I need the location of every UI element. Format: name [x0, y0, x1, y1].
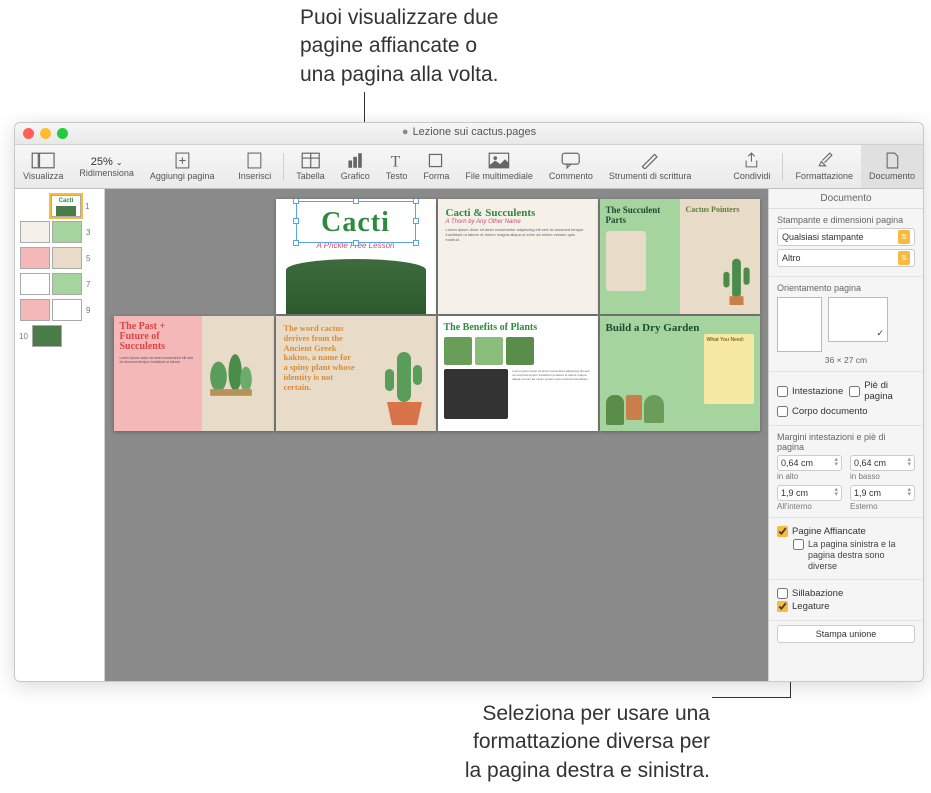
potted-cactus-icon: [377, 347, 432, 427]
thumb-2[interactable]: [20, 221, 50, 243]
svg-text:T: T: [391, 154, 401, 169]
format-tab[interactable]: Formattazione: [787, 145, 861, 188]
margins-section: Margini intestazioni e piè di pagina 0,6…: [769, 426, 923, 518]
maximize-button[interactable]: [57, 128, 68, 139]
titlebar: ●Lezione sui cactus.pages: [15, 123, 923, 145]
printer-section: Stampante e dimensioni pagina Qualsiasi …: [769, 209, 923, 277]
orientation-section: Orientamento pagina ✓ 36 × 27 cm: [769, 277, 923, 372]
page-4[interactable]: The Past + Future of Succulents Lorem ip…: [114, 316, 274, 431]
shape-button[interactable]: Forma: [415, 145, 457, 188]
comment-icon: [561, 152, 580, 169]
margin-outer-input[interactable]: 1,9 cm▴▾: [850, 485, 915, 501]
table-icon: [301, 152, 320, 169]
thumb-row-3[interactable]: 5: [19, 247, 100, 269]
hyphen-checkbox[interactable]: Sillabazione: [777, 588, 915, 599]
app-window: ●Lezione sui cactus.pages Visualizza 25%…: [14, 122, 924, 682]
thumb-1[interactable]: Cacti: [51, 195, 81, 217]
thumb-4[interactable]: [20, 247, 50, 269]
ligatures-checkbox[interactable]: Legature: [777, 601, 915, 612]
writing-button[interactable]: Strumenti di scrittura: [601, 145, 700, 188]
cacti-group-icon: [206, 345, 256, 400]
page-7[interactable]: Build a Dry Garden What You Need:: [600, 316, 760, 431]
insert-icon: [247, 152, 262, 169]
document-icon: [885, 152, 900, 169]
different-lr-checkbox[interactable]: La pagina sinistra e la pagina destra so…: [793, 539, 915, 571]
header-footer-section: Intestazione Piè di pagina Corpo documen…: [769, 372, 923, 426]
inspector-header: Documento: [769, 189, 923, 209]
thumb-row-6[interactable]: 10: [19, 325, 100, 347]
share-icon: [744, 152, 759, 169]
shape-icon: [427, 152, 446, 169]
media-button[interactable]: File multimediale: [457, 145, 541, 188]
view-button[interactable]: Visualizza: [15, 145, 71, 188]
zoom-button[interactable]: 25% ⌄ Ridimensiona: [71, 145, 142, 188]
text-icon: T: [387, 152, 406, 169]
margin-top-input[interactable]: 0,64 cm▴▾: [777, 455, 842, 471]
thumbnail-panel[interactable]: Cacti 1 3 5 7 9: [15, 189, 105, 681]
chart-icon: [346, 152, 365, 169]
thumb-3[interactable]: [52, 221, 82, 243]
table-button[interactable]: Tabella: [288, 145, 333, 188]
traffic-lights: [23, 128, 68, 139]
callout-bottom: Seleziona per usare una formattazione di…: [410, 700, 710, 785]
writing-icon: [640, 152, 659, 169]
chart-button[interactable]: Grafico: [333, 145, 378, 188]
text-button[interactable]: T Testo: [378, 145, 416, 188]
canvas[interactable]: Cacti A Prickle Free Lesson Cacti & Succ…: [105, 189, 768, 681]
page-2[interactable]: Cacti & Succulents A Thorn by Any Other …: [438, 199, 598, 314]
margin-bottom-input[interactable]: 0,64 cm▴▾: [850, 455, 915, 471]
selection-box[interactable]: [296, 201, 416, 243]
cactus-icon: [719, 253, 754, 308]
content-area: Cacti 1 3 5 7 9: [15, 189, 923, 681]
footer-checkbox[interactable]: Piè di pagina: [849, 380, 915, 402]
mail-merge-button[interactable]: Stampa unione: [777, 625, 915, 643]
close-button[interactable]: [23, 128, 34, 139]
brush-icon: [816, 152, 833, 169]
add-page-icon: [175, 152, 190, 169]
document-tab[interactable]: Documento: [861, 145, 923, 188]
add-page-button[interactable]: Aggiungi pagina: [142, 145, 223, 188]
callout-line-bottom-h: [712, 697, 791, 698]
thumb-row-1[interactable]: Cacti 1: [19, 195, 100, 217]
orientation-portrait[interactable]: [777, 297, 822, 352]
toolbar: Visualizza 25% ⌄ Ridimensiona Aggiungi p…: [15, 145, 923, 189]
thumb-row-4[interactable]: 7: [19, 273, 100, 295]
thumb-9[interactable]: [52, 299, 82, 321]
window-title: ●Lezione sui cactus.pages: [402, 126, 536, 138]
thumb-row-5[interactable]: 9: [19, 299, 100, 321]
page-6[interactable]: The Benefits of Plants Lorem ipsum dolor…: [438, 316, 598, 431]
minimize-button[interactable]: [40, 128, 51, 139]
margin-inner-input[interactable]: 1,9 cm▴▾: [777, 485, 842, 501]
share-button[interactable]: Condividi: [725, 145, 778, 188]
printer-select[interactable]: Qualsiasi stampante ⇅: [777, 228, 915, 246]
media-icon: [488, 152, 510, 169]
thumb-7[interactable]: [52, 273, 82, 295]
body-checkbox[interactable]: Corpo documento: [777, 406, 915, 417]
inspector-panel: Documento Stampante e dimensioni pagina …: [768, 189, 923, 681]
page-5[interactable]: The word cactus derives from the Ancient…: [276, 316, 436, 431]
thumb-5[interactable]: [52, 247, 82, 269]
orientation-landscape[interactable]: ✓: [828, 297, 888, 342]
callout-top: Puoi visualizzare due pagine affiancate …: [300, 4, 600, 89]
insert-button[interactable]: Inserisci: [230, 145, 279, 188]
header-checkbox[interactable]: Intestazione: [777, 380, 843, 402]
thumb-8[interactable]: [20, 299, 50, 321]
facing-pages-checkbox[interactable]: Pagine Affiancate: [777, 526, 915, 537]
page-3[interactable]: The Succulent Parts Cactus Pointers: [600, 199, 760, 314]
thumb-10[interactable]: [32, 325, 62, 347]
paper-select[interactable]: Altro ⇅: [777, 249, 915, 267]
thumb-row-2[interactable]: 3: [19, 221, 100, 243]
page-1[interactable]: Cacti A Prickle Free Lesson: [276, 199, 436, 314]
facing-section: Pagine Affiancate La pagina sinistra e l…: [769, 518, 923, 580]
thumb-6[interactable]: [20, 273, 50, 295]
comment-button[interactable]: Commento: [541, 145, 601, 188]
view-icon: [31, 152, 55, 169]
typography-section: Sillabazione Legature: [769, 580, 923, 621]
